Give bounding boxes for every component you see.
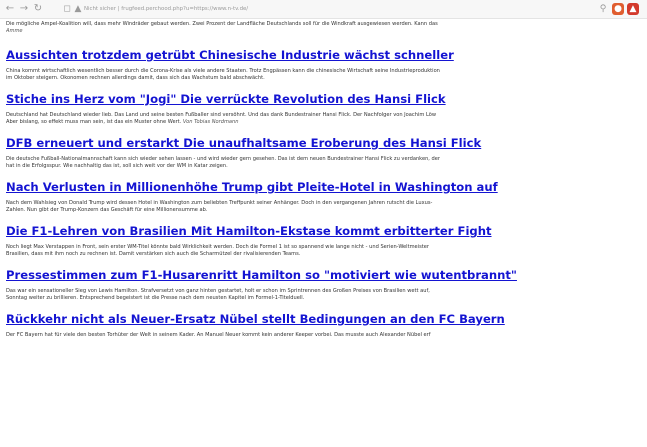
- url-text: frugfeed.perchood.php?u=https://www.n-tv…: [121, 6, 249, 12]
- alert-extension-icon[interactable]: ▲: [627, 3, 639, 15]
- address-bar[interactable]: Nicht sicher | frugfeed.perchood.php?u=h…: [84, 5, 248, 13]
- page-content: Die mögliche Ampel-Koalition will, dass …: [6, 21, 647, 339]
- article-teaser-line: China kommt wirtschaftlich wesentlich be…: [6, 68, 440, 74]
- article-teaser-line: Zahlen. Nun gibt der Trump-Konzern das G…: [6, 207, 208, 213]
- article-teaser-line: Das war ein sensationeller Sieg von Lewi…: [6, 288, 430, 294]
- reload-icon[interactable]: ↻: [32, 3, 44, 15]
- article-teaser-line: Die deutsche Fußball-Nationalmannschaft …: [6, 156, 440, 162]
- article-headline-link[interactable]: Pressestimmen zum F1-Husarenritt Hamilto…: [6, 268, 647, 282]
- article-teaser-line: Sonntag weiter zu brillieren. Entspreche…: [6, 295, 305, 301]
- security-label: Nicht sicher: [84, 6, 116, 12]
- article-teaser-line: Deutschland hat Deutschland wieder lieb.…: [6, 112, 436, 118]
- article-teaser-line: Brasilien, dass mit ihm noch zu rechnen …: [6, 251, 301, 257]
- extension-icon[interactable]: ●: [612, 3, 624, 15]
- intro-text-line-2: Amme: [6, 28, 23, 34]
- article-teaser-line: Der FC Bayern hat für viele den besten T…: [6, 332, 431, 338]
- bookmark-icon[interactable]: ◻: [62, 4, 72, 14]
- back-arrow-icon[interactable]: ←: [4, 3, 16, 15]
- article-headline-link[interactable]: Aussichten trotzdem getrübt Chinesische …: [6, 48, 647, 62]
- zoom-icon[interactable]: ⚲: [598, 4, 608, 14]
- article-author: Von Tobias Nordmann: [182, 119, 239, 125]
- forward-arrow-icon[interactable]: →: [18, 3, 30, 15]
- warning-icon[interactable]: ▲: [73, 4, 83, 14]
- article-teaser-line: im Oktober steigern. Ökonomen rechnen al…: [6, 75, 265, 81]
- article-teaser-line: hat in die Erfolgsspur. Wie nachhaltig d…: [6, 163, 228, 169]
- article-headline-link[interactable]: Rückkehr nicht als Neuer-Ersatz Nübel st…: [6, 312, 647, 326]
- article-teaser-line: Noch liegt Max Verstappen in Front, sein…: [6, 244, 429, 250]
- browser-toolbar: ← → ↻ ◻ ▲ Nicht sicher | frugfeed.percho…: [0, 0, 647, 19]
- article-teaser-line: Aber bislang, so effekt muss man sein, i…: [6, 119, 239, 125]
- intro-text-line-1: Die mögliche Ampel-Koalition will, dass …: [6, 21, 438, 27]
- article-headline-link[interactable]: Die F1-Lehren von Brasilien Mit Hamilton…: [6, 224, 647, 238]
- article-headline-link[interactable]: Stiche ins Herz vom "Jogi" Die verrückte…: [6, 92, 647, 106]
- article-headline-link[interactable]: DFB erneuert und erstarkt Die unaufhalts…: [6, 136, 647, 150]
- article-teaser-line: Nach dem Wahlsieg von Donald Trump wird …: [6, 200, 433, 206]
- article-headline-link[interactable]: Nach Verlusten in Millionenhöhe Trump gi…: [6, 180, 647, 194]
